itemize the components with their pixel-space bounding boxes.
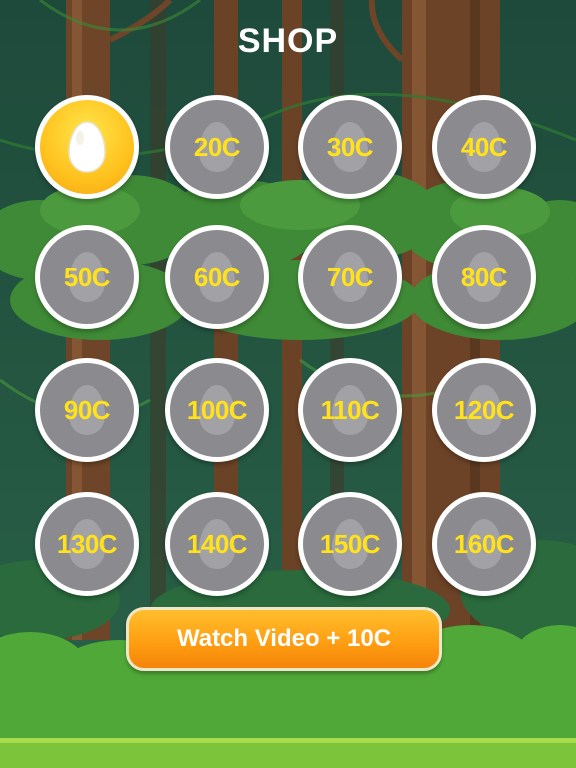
- egg-slot-locked[interactable]: 120C: [432, 358, 536, 462]
- egg-slot-locked[interactable]: 140C: [165, 492, 269, 596]
- egg-slot-locked[interactable]: 90C: [35, 358, 139, 462]
- egg-slot-locked[interactable]: 60C: [165, 225, 269, 329]
- egg-price-label: 40C: [460, 132, 508, 162]
- egg-price-label: 160C: [453, 529, 515, 559]
- egg-price-label: 90C: [63, 395, 111, 425]
- egg-price-label: 80C: [460, 262, 508, 292]
- egg-price-label: 110C: [320, 395, 380, 425]
- egg-slot-locked[interactable]: 50C: [35, 225, 139, 329]
- egg-slot-locked[interactable]: 80C: [432, 225, 536, 329]
- egg-price-label: 130C: [56, 529, 118, 559]
- egg-slot-selected[interactable]: [35, 95, 139, 199]
- egg-price-label: 120C: [453, 395, 515, 425]
- egg-price-label: 140C: [186, 529, 248, 559]
- egg-slot-locked[interactable]: 20C: [165, 95, 269, 199]
- egg-slot-locked[interactable]: 70C: [298, 225, 402, 329]
- egg-slot-locked[interactable]: 150C: [298, 492, 402, 596]
- egg-price-label: [40, 100, 134, 194]
- egg-price-label: 30C: [326, 132, 374, 162]
- egg-slot-locked[interactable]: 40C: [432, 95, 536, 199]
- egg-price-label: 20C: [193, 132, 241, 162]
- egg-slot-locked[interactable]: 110C: [298, 358, 402, 462]
- egg-slot-locked[interactable]: 130C: [35, 492, 139, 596]
- egg-price-label: 60C: [193, 262, 241, 292]
- egg-price-label: 100C: [186, 395, 248, 425]
- egg-price-label: 150C: [319, 529, 381, 559]
- egg-slot-locked[interactable]: 100C: [165, 358, 269, 462]
- egg-price-label: 70C: [326, 262, 374, 292]
- egg-price-label: 50C: [63, 262, 111, 292]
- egg-shop-grid: 20C 30C 40C 50C 60C 70C 80C 90C 100C 110C 120C 130C…: [0, 0, 576, 640]
- egg-slot-locked[interactable]: 160C: [432, 492, 536, 596]
- watch-video-button[interactable]: Watch Video + 10C: [126, 607, 442, 671]
- egg-slot-locked[interactable]: 30C: [298, 95, 402, 199]
